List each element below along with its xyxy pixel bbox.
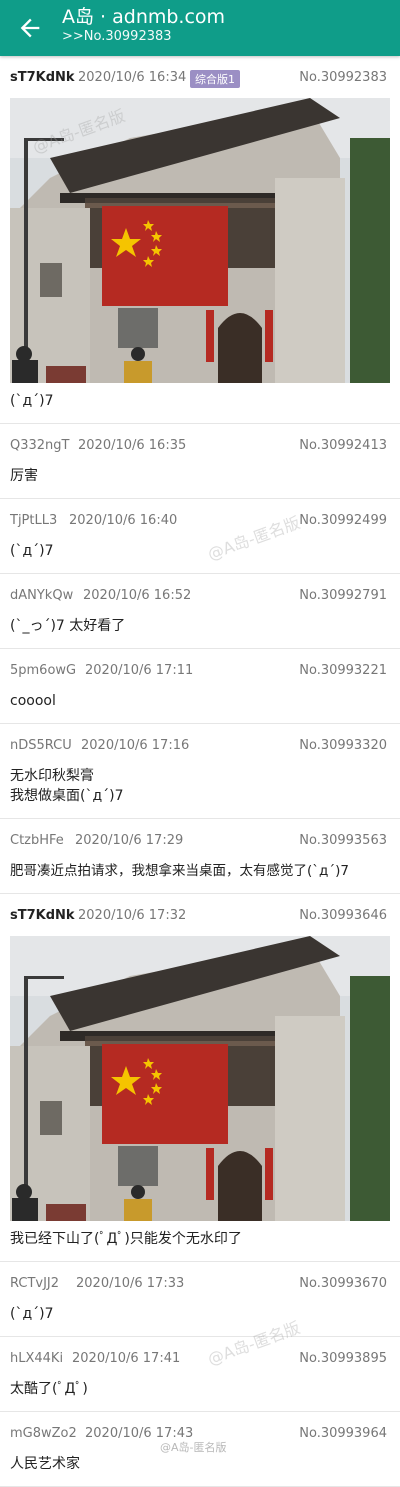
post-content: (`д´)7 xyxy=(10,393,54,409)
post-time: 2020/10/6 17:41 xyxy=(72,1351,181,1366)
post-content: 我已经下山了(ﾟДﾟ)只能发个无水印了 xyxy=(10,1231,242,1247)
post-number[interactable]: No.30992383 xyxy=(299,70,387,85)
post-item: hLX44Ki 2020/10/6 17:41 No.30993895 太酷了(… xyxy=(0,1337,400,1412)
app-bar: A岛 · adnmb.com >>No.30992383 xyxy=(0,0,400,56)
poster-id[interactable]: mG8wZo2 xyxy=(10,1426,77,1441)
poster-id[interactable]: RCTvJJ2 xyxy=(10,1276,59,1291)
post-number[interactable]: No.30993320 xyxy=(299,738,387,753)
post-number[interactable]: No.30993563 xyxy=(299,833,387,848)
post-number[interactable]: No.30992413 xyxy=(299,438,387,453)
page-title: A岛 · adnmb.com xyxy=(62,6,226,28)
post-item: TjPtLL3 2020/10/6 16:40 No.30992499 (`д´… xyxy=(0,499,400,574)
post-number[interactable]: No.30993964 xyxy=(299,1426,387,1441)
post-content: (`_っ´)7 太好看了 xyxy=(10,618,126,634)
post-time: 2020/10/6 16:35 xyxy=(78,438,187,453)
post-item: sT7KdNk 2020/10/6 16:34 综合版1 No.30992383 xyxy=(0,56,400,424)
post-item: 5pm6owG 2020/10/6 17:11 No.30993221 cooo… xyxy=(0,649,400,724)
post-item: sT7KdNk 2020/10/6 17:32 No.30993646 我已经下… xyxy=(0,894,400,1262)
footer-watermark: @A岛-匿名版 xyxy=(160,1441,227,1454)
post-number[interactable]: No.30993670 xyxy=(299,1276,387,1291)
post-item: RCTvJJ2 2020/10/6 17:33 No.30993670 (`д´… xyxy=(0,1262,400,1337)
poster-id[interactable]: sT7KdNk xyxy=(10,70,75,85)
post-item: CtzbHFe 2020/10/6 17:29 No.30993563 肥哥凑近… xyxy=(0,819,400,894)
poster-id[interactable]: TjPtLL3 xyxy=(10,513,57,528)
post-time: 2020/10/6 17:11 xyxy=(85,663,194,678)
building-flag-photo xyxy=(10,98,390,383)
poster-id[interactable]: sT7KdNk xyxy=(10,908,75,923)
post-content: 太酷了(ﾟДﾟ) xyxy=(10,1381,88,1397)
post-number[interactable]: No.30993646 xyxy=(299,908,387,923)
post-time: 2020/10/6 16:52 xyxy=(83,588,192,603)
poster-id[interactable]: nDS5RCU xyxy=(10,738,72,753)
post-image[interactable]: @A岛-匿名版 xyxy=(10,98,390,383)
post-content: 肥哥凑近点拍请求，我想拿来当桌面，太有感觉了(`д´)7 xyxy=(10,863,349,879)
post-item: dANYkQw 2020/10/6 16:52 No.30992791 (`_っ… xyxy=(0,574,400,649)
post-number[interactable]: No.30993221 xyxy=(299,663,387,678)
post-time: 2020/10/6 17:32 xyxy=(78,908,187,923)
board-tag[interactable]: 综合版1 xyxy=(190,70,240,88)
post-time: 2020/10/6 17:16 xyxy=(81,738,190,753)
post-image[interactable] xyxy=(10,936,390,1221)
post-item: nDS5RCU 2020/10/6 17:16 No.30993320 无水印秋… xyxy=(0,724,400,819)
post-content: (`д´)7 xyxy=(10,543,54,559)
post-content: (`д´)7 xyxy=(10,1306,54,1322)
thread-ref[interactable]: >>No.30992383 xyxy=(62,29,172,45)
post-number[interactable]: No.30992499 xyxy=(299,513,387,528)
post-time: 2020/10/6 16:34 xyxy=(78,70,187,85)
back-arrow-icon[interactable] xyxy=(16,14,44,42)
poster-id[interactable]: 5pm6owG xyxy=(10,663,76,678)
post-number[interactable]: No.30993895 xyxy=(299,1351,387,1366)
post-time: 2020/10/6 17:33 xyxy=(76,1276,185,1291)
post-number[interactable]: No.30992791 xyxy=(299,588,387,603)
post-item: Q332ngT 2020/10/6 16:35 No.30992413 厉害 xyxy=(0,424,400,499)
poster-id[interactable]: Q332ngT xyxy=(10,438,69,453)
poster-id[interactable]: hLX44Ki xyxy=(10,1351,63,1366)
post-content: 厉害 xyxy=(10,468,38,484)
poster-id[interactable]: CtzbHFe xyxy=(10,833,64,848)
poster-id[interactable]: dANYkQw xyxy=(10,588,73,603)
building-flag-photo xyxy=(10,936,390,1221)
reply-list: sT7KdNk 2020/10/6 16:34 综合版1 No.30992383 xyxy=(0,56,400,1487)
post-time: 2020/10/6 17:29 xyxy=(75,833,184,848)
post-content: 无水印秋梨膏 我想做桌面(`д´)7 xyxy=(10,768,124,804)
post-time: 2020/10/6 16:40 xyxy=(69,513,178,528)
post-content: cooool xyxy=(10,693,56,709)
